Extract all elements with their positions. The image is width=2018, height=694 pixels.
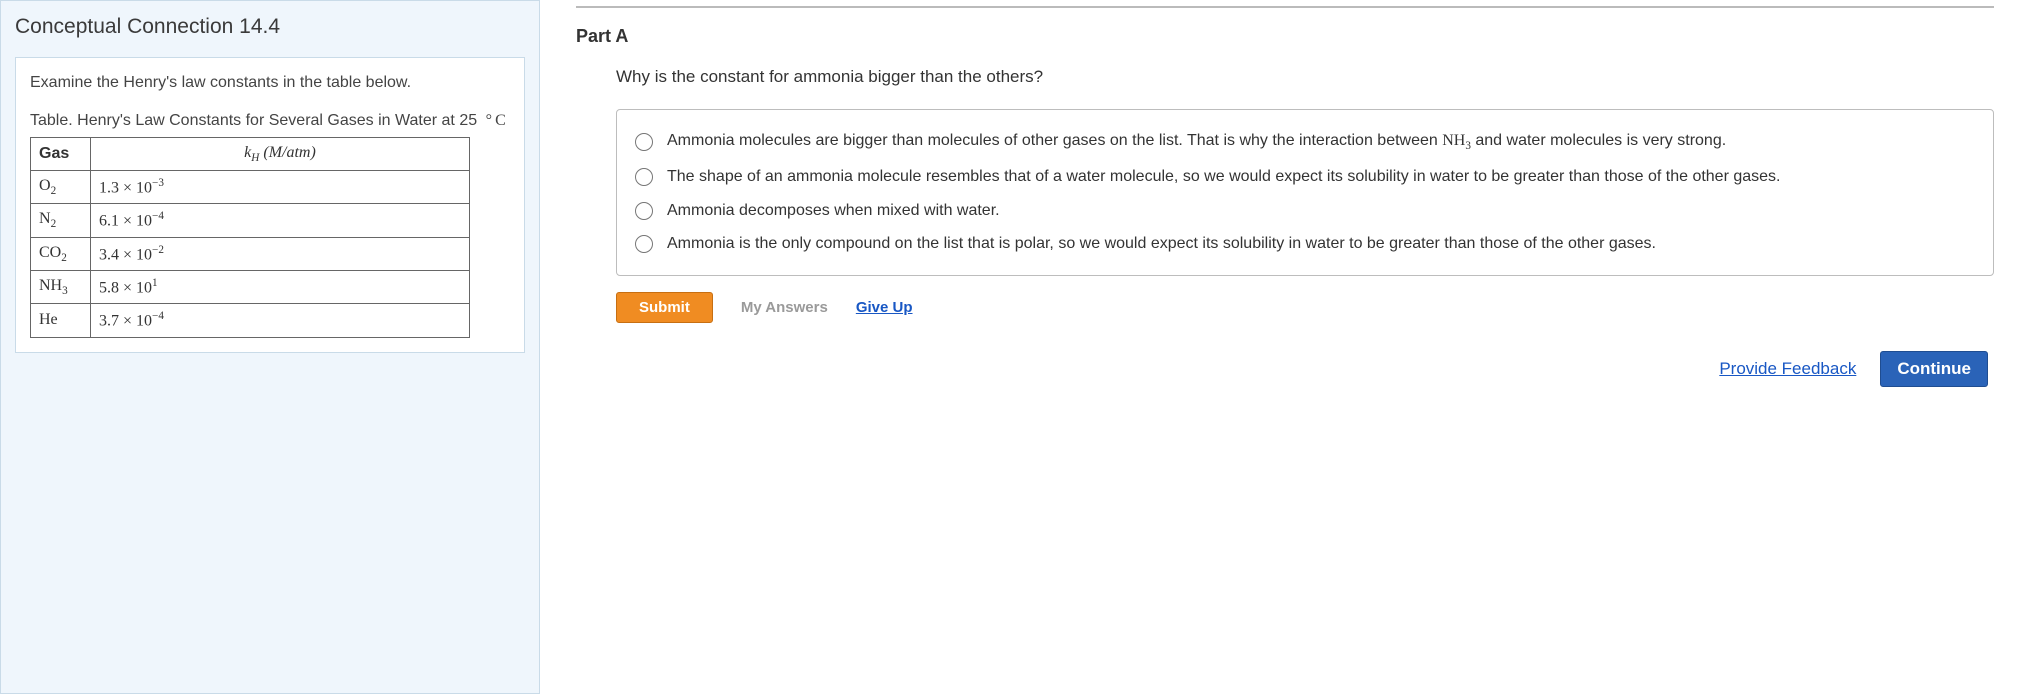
- table-row: N26.1 × 10−4: [31, 204, 470, 237]
- choice-row[interactable]: The shape of an ammonia molecule resembl…: [635, 160, 1975, 194]
- choice-row[interactable]: Ammonia decomposes when mixed with water…: [635, 194, 1975, 228]
- value-cell: 5.8 × 101: [91, 270, 470, 303]
- gas-cell: CO2: [31, 237, 91, 270]
- problem-box: Examine the Henry's law constants in the…: [15, 57, 525, 353]
- choice-radio[interactable]: [635, 168, 653, 186]
- submit-button[interactable]: Submit: [616, 292, 713, 323]
- table-row: He3.7 × 10−4: [31, 304, 470, 337]
- button-row: Submit My Answers Give Up: [616, 292, 1994, 323]
- henrys-law-table: Gas kH (M/atm) O21.3 × 10−3N26.1 × 10−4C…: [30, 137, 470, 338]
- left-panel: Conceptual Connection 14.4 Examine the H…: [0, 0, 540, 694]
- choice-text: Ammonia decomposes when mixed with water…: [667, 200, 1000, 222]
- right-panel: Part A Why is the constant for ammonia b…: [540, 0, 2018, 694]
- divider: [576, 6, 1994, 8]
- choice-radio[interactable]: [635, 235, 653, 253]
- gas-cell: He: [31, 304, 91, 337]
- value-cell: 3.7 × 10−4: [91, 304, 470, 337]
- choice-radio[interactable]: [635, 202, 653, 220]
- gas-cell: O2: [31, 170, 91, 203]
- page-container: Conceptual Connection 14.4 Examine the H…: [0, 0, 2018, 694]
- section-title: Conceptual Connection 14.4: [15, 11, 525, 39]
- value-cell: 6.1 × 10−4: [91, 204, 470, 237]
- question-text: Why is the constant for ammonia bigger t…: [616, 67, 1994, 87]
- table-row: O21.3 × 10−3: [31, 170, 470, 203]
- choice-text: Ammonia molecules are bigger than molecu…: [667, 130, 1726, 154]
- value-cell: 3.4 × 10−2: [91, 237, 470, 270]
- my-answers-label: My Answers: [741, 299, 828, 316]
- instruction-text: Examine the Henry's law constants in the…: [30, 72, 510, 94]
- table-caption-prefix: Table. Henry's Law Constants for Several…: [30, 112, 477, 129]
- continue-button[interactable]: Continue: [1880, 351, 1988, 387]
- gas-cell: N2: [31, 204, 91, 237]
- choice-row[interactable]: Ammonia is the only compound on the list…: [635, 227, 1975, 261]
- choice-radio[interactable]: [635, 133, 653, 151]
- part-label: Part A: [576, 26, 1994, 47]
- question-area: Why is the constant for ammonia bigger t…: [576, 67, 1994, 323]
- table-header-kh: kH (M/atm): [91, 137, 470, 170]
- choice-text: Ammonia is the only compound on the list…: [667, 233, 1656, 255]
- choice-row[interactable]: Ammonia molecules are bigger than molecu…: [635, 124, 1975, 160]
- bottom-row: Provide Feedback Continue: [576, 351, 1994, 387]
- table-header-gas: Gas: [31, 137, 91, 170]
- value-cell: 1.3 × 10−3: [91, 170, 470, 203]
- gas-cell: NH3: [31, 270, 91, 303]
- provide-feedback-link[interactable]: Provide Feedback: [1719, 359, 1856, 379]
- table-caption: Table. Henry's Law Constants for Several…: [30, 110, 510, 132]
- table-row: NH35.8 × 101: [31, 270, 470, 303]
- table-row: CO23.4 × 10−2: [31, 237, 470, 270]
- table-body: O21.3 × 10−3N26.1 × 10−4CO23.4 × 10−2NH3…: [31, 170, 470, 337]
- give-up-link[interactable]: Give Up: [856, 299, 913, 316]
- table-caption-unit: ° C: [482, 112, 506, 129]
- choice-text: The shape of an ammonia molecule resembl…: [667, 166, 1781, 188]
- choices-box: Ammonia molecules are bigger than molecu…: [616, 109, 1994, 276]
